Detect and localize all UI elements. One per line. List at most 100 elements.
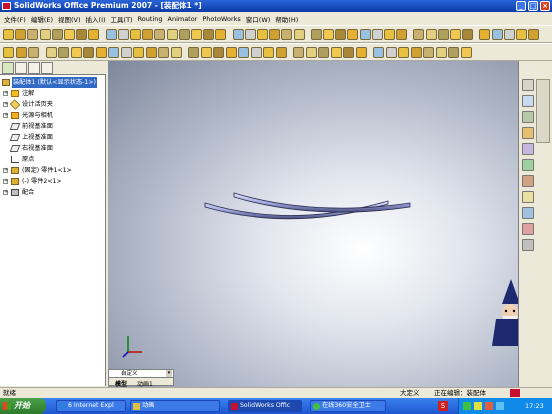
tree-node-part2[interactable]: + (-) 零件2<1> <box>0 176 104 187</box>
toolbar-button-icon[interactable] <box>64 29 75 40</box>
view-button-icon[interactable] <box>460 47 472 58</box>
tree-node-part1[interactable]: + (固定) 零件1<1> <box>0 165 104 176</box>
menu-window[interactable]: 窗口(W) <box>244 14 273 24</box>
minimize-button[interactable]: _ <box>516 1 526 11</box>
tree-node-top-plane[interactable]: 上视基准面 <box>0 132 104 143</box>
menu-insert[interactable]: 插入(I) <box>84 14 108 24</box>
shaded-icon[interactable] <box>522 223 534 235</box>
view-button-icon[interactable] <box>305 47 317 58</box>
toolbar-button-icon[interactable] <box>27 29 39 40</box>
tree-node-right-plane[interactable]: 右视基准面 <box>0 143 104 154</box>
view-button-icon[interactable] <box>45 47 57 58</box>
taskbar-item-internet-explorer[interactable]: 6 Internet Expl <box>56 400 126 412</box>
expand-icon[interactable]: + <box>3 91 8 96</box>
view-button-icon[interactable] <box>250 47 262 58</box>
menu-photoworks[interactable]: PhotoWorks <box>200 15 242 23</box>
view-button-icon[interactable] <box>410 47 422 58</box>
toolbar-button-icon[interactable] <box>51 29 63 40</box>
toolbar-button-icon[interactable] <box>166 29 178 40</box>
view-button-icon[interactable] <box>120 47 132 58</box>
display-style-icon[interactable] <box>522 127 534 139</box>
taskbar-item-360-safe[interactable]: 在线360安全卫士 <box>310 400 386 412</box>
task-pane-tabs[interactable] <box>536 79 550 143</box>
toolbar-button-icon[interactable] <box>335 29 347 40</box>
view-button-icon[interactable] <box>58 47 69 58</box>
view-button-icon[interactable] <box>293 47 304 58</box>
view-button-icon[interactable] <box>275 47 287 58</box>
start-button[interactable]: 开始 <box>0 398 46 414</box>
toolbar-button-icon[interactable] <box>105 29 117 40</box>
toolbar-button-icon[interactable] <box>371 29 383 40</box>
expand-icon[interactable]: + <box>3 102 8 107</box>
toolbar-button-icon[interactable] <box>269 29 281 40</box>
view-button-icon[interactable] <box>133 47 144 58</box>
tray-icon[interactable] <box>496 402 504 410</box>
view-button-icon[interactable] <box>83 47 94 58</box>
menu-file[interactable]: 文件(F) <box>2 14 28 24</box>
taskbar-item-animation[interactable]: 动画 <box>130 400 220 412</box>
toolbar-button-icon[interactable] <box>88 29 100 40</box>
hidden-lines-icon[interactable] <box>522 207 534 219</box>
menu-edit[interactable]: 编辑(E) <box>29 14 55 24</box>
view-button-icon[interactable] <box>28 47 39 58</box>
toolbar-button-icon[interactable] <box>191 29 202 40</box>
view-button-icon[interactable] <box>263 47 274 58</box>
tree-node-design-binder[interactable]: + 设计活页夹 <box>0 99 104 110</box>
toolbar-button-icon[interactable] <box>503 29 515 40</box>
view-button-icon[interactable] <box>238 47 249 58</box>
tray-icon[interactable] <box>474 402 482 410</box>
clock[interactable]: 17:23 <box>525 398 544 414</box>
tray-icon[interactable] <box>485 402 493 410</box>
tree-node-mates[interactable]: + 配合 <box>0 187 104 198</box>
toolbar-button-icon[interactable] <box>479 29 491 40</box>
toolbar-button-icon[interactable] <box>215 29 227 40</box>
toolbar-button-icon[interactable] <box>323 29 334 40</box>
toolbar-button-icon[interactable] <box>396 29 408 40</box>
chevron-down-icon[interactable]: ▾ <box>166 370 172 377</box>
maximize-button[interactable]: □ <box>528 1 538 11</box>
view-button-icon[interactable] <box>95 47 107 58</box>
view-button-icon[interactable] <box>145 47 157 58</box>
view-button-icon[interactable] <box>385 47 397 58</box>
view-button-icon[interactable] <box>318 47 329 58</box>
view-button-icon[interactable] <box>170 47 182 58</box>
menu-routing[interactable]: Routing <box>136 15 165 23</box>
rotate-view-icon[interactable] <box>522 143 534 155</box>
view-button-icon[interactable] <box>158 47 169 58</box>
tray-icon[interactable] <box>463 402 471 410</box>
toolbar-button-icon[interactable] <box>142 29 154 40</box>
tree-node-assembly[interactable]: 装配体1 (默认<显示状态-1>) <box>0 77 104 88</box>
view-button-icon[interactable] <box>213 47 224 58</box>
toolbar-button-icon[interactable] <box>15 29 27 40</box>
toolbar-button-icon[interactable] <box>437 29 449 40</box>
tree-node-front-plane[interactable]: 前视基准面 <box>0 121 104 132</box>
property-manager-tab[interactable] <box>15 62 27 74</box>
graphics-viewport[interactable] <box>108 61 518 387</box>
view-button-icon[interactable] <box>435 47 447 58</box>
toolbar-button-icon[interactable] <box>491 29 503 40</box>
expand-icon[interactable]: + <box>3 179 8 184</box>
toolbar-button-icon[interactable] <box>130 29 141 40</box>
view-button-icon[interactable] <box>373 47 384 58</box>
toolbar-button-icon[interactable] <box>76 29 88 40</box>
pan-icon[interactable] <box>522 159 534 171</box>
lighting-icon[interactable] <box>522 191 534 203</box>
photoworks-tab[interactable] <box>41 62 53 74</box>
solidworks-app-icon[interactable] <box>2 2 11 10</box>
toolbar-button-icon[interactable] <box>117 29 129 40</box>
feature-tree-tab[interactable] <box>2 62 14 74</box>
zoom-to-fit-icon[interactable] <box>522 95 534 107</box>
menu-help[interactable]: 帮助(H) <box>273 14 300 24</box>
view-dropdown[interactable]: 自定义 ▾ <box>109 370 173 378</box>
toolbar-button-icon[interactable] <box>413 29 425 40</box>
view-button-icon[interactable] <box>225 47 237 58</box>
toolbar-button-icon[interactable] <box>347 29 359 40</box>
wireframe-icon[interactable] <box>522 239 534 251</box>
view-button-icon[interactable] <box>70 47 82 58</box>
view-button-icon[interactable] <box>355 47 367 58</box>
view-button-icon[interactable] <box>108 47 119 58</box>
tree-node-lights-cameras[interactable]: + 光源与相机 <box>0 110 104 121</box>
expand-icon[interactable]: + <box>3 168 8 173</box>
toolbar-button-icon[interactable] <box>450 29 461 40</box>
toolbar-button-icon[interactable] <box>232 29 244 40</box>
